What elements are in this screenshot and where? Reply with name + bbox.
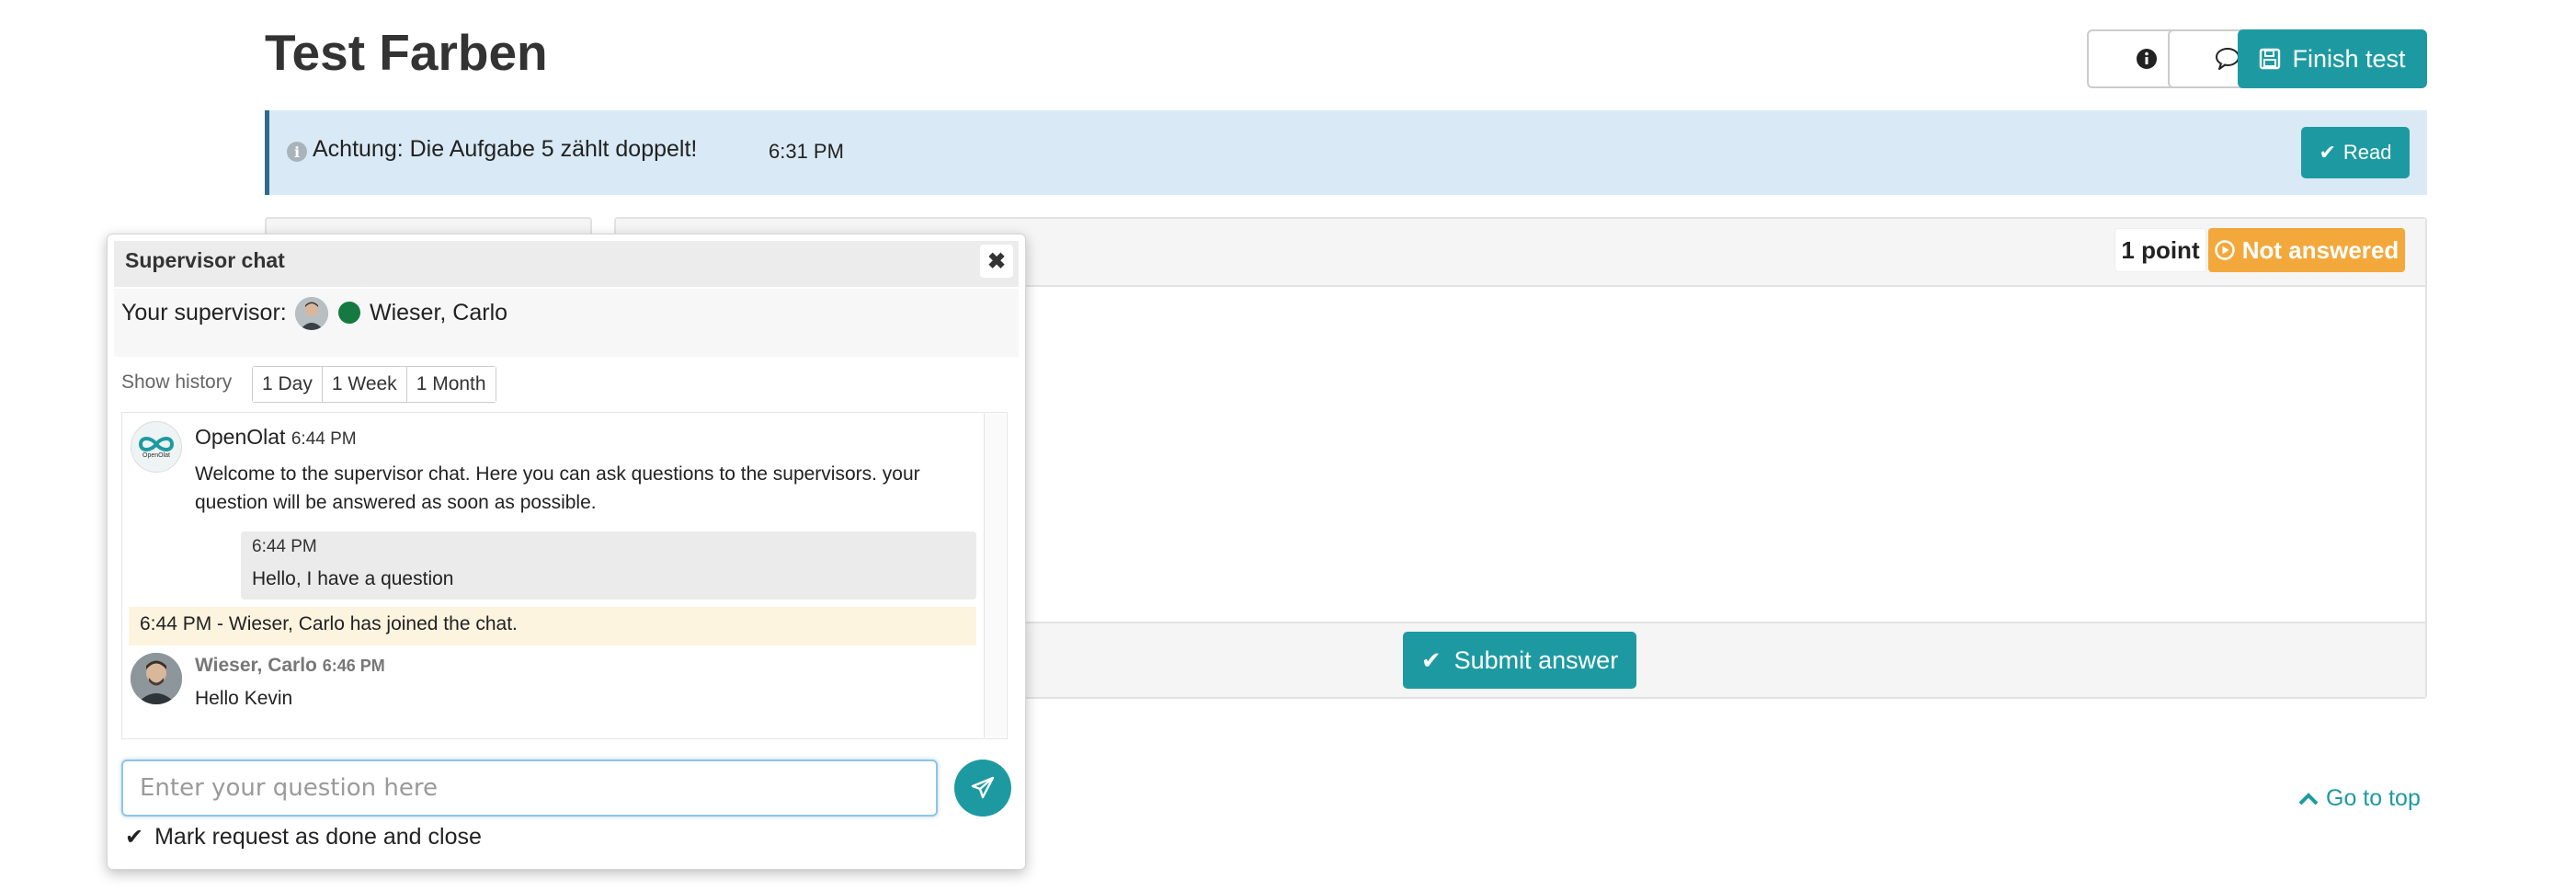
supervisor-message-text: Hello Kevin — [195, 688, 293, 709]
read-button[interactable]: ✔ Read — [2301, 127, 2410, 178]
status-badge: Not answered — [2208, 228, 2405, 272]
openolat-avatar: OpenOlat — [131, 421, 182, 473]
speech-bubble-icon — [2216, 48, 2240, 70]
finish-test-button[interactable]: Finish test — [2238, 29, 2427, 88]
history-1-day-button[interactable]: 1 Day — [253, 367, 323, 402]
read-label: Read — [2342, 141, 2392, 164]
chevron-up-icon — [2298, 792, 2319, 805]
page-title: Test Farben — [265, 24, 548, 81]
finish-test-label: Finish test — [2292, 44, 2406, 73]
info-circle-icon — [2137, 49, 2157, 69]
message-text: Welcome to the supervisor chat. Here you… — [195, 463, 920, 513]
online-status-indicator — [338, 302, 360, 324]
notice-time: 6:31 PM — [769, 140, 844, 163]
submit-answer-label: Submit answer — [1453, 645, 1619, 674]
check-icon: ✔ — [1420, 645, 1442, 674]
notice-text: Achtung: Die Aufgabe 5 zählt doppelt! — [313, 136, 698, 162]
supervisor-name: Wieser, Carlo — [370, 300, 508, 326]
chat-scrollbar[interactable] — [984, 414, 1006, 737]
history-label: Show history — [121, 371, 233, 393]
close-icon: ✖ — [986, 248, 1007, 274]
close-chat-button[interactable]: ✖ — [980, 245, 1013, 278]
play-circle-icon — [2215, 240, 2235, 260]
own-message-time: 6:44 PM — [252, 537, 317, 556]
chat-title: Supervisor chat — [125, 248, 285, 272]
supervisor-message-avatar — [131, 653, 182, 704]
openolat-logo-text: OpenOlat — [142, 452, 170, 459]
send-button[interactable] — [954, 760, 1011, 817]
info-icon: i — [287, 142, 307, 162]
save-icon — [2260, 48, 2281, 70]
join-notice-text: 6:44 PM - Wieser, Carlo has joined the c… — [140, 613, 518, 634]
mark-done-label: Mark request as done and close — [154, 824, 482, 850]
sender-name: Wieser, Carlo — [195, 655, 317, 676]
check-icon: ✔ — [2319, 141, 2336, 164]
own-message-text: Hello, I have a question — [252, 568, 454, 589]
supervisor-avatar — [295, 297, 328, 330]
go-to-top-label: Go to top — [2326, 785, 2421, 811]
submit-answer-button[interactable]: ✔ Submit answer — [1403, 632, 1636, 689]
message-sender: OpenOlat 6:44 PM — [195, 425, 357, 450]
message-time: 6:44 PM — [291, 429, 357, 449]
mark-done-checkbox[interactable]: ✔ Mark request as done and close — [125, 824, 482, 851]
history-1-month-button[interactable]: 1 Month — [406, 367, 496, 402]
history-button-group: 1 Day 1 Week 1 Month — [252, 366, 496, 403]
supervisor-label: Your supervisor: — [121, 300, 287, 326]
go-to-top-link[interactable]: Go to top — [2298, 785, 2421, 812]
supervisor-message-sender: Wieser, Carlo 6:46 PM — [195, 655, 385, 677]
points-badge: 1 point — [2114, 228, 2206, 272]
message-time: 6:46 PM — [322, 657, 385, 675]
history-1-week-button[interactable]: 1 Week — [322, 367, 407, 402]
openolat-logo-icon — [138, 437, 175, 451]
sender-name: OpenOlat — [195, 425, 286, 449]
check-icon: ✔ — [125, 825, 144, 850]
paper-plane-icon — [971, 776, 995, 799]
question-input[interactable] — [121, 760, 938, 817]
status-label: Not answered — [2241, 235, 2399, 264]
